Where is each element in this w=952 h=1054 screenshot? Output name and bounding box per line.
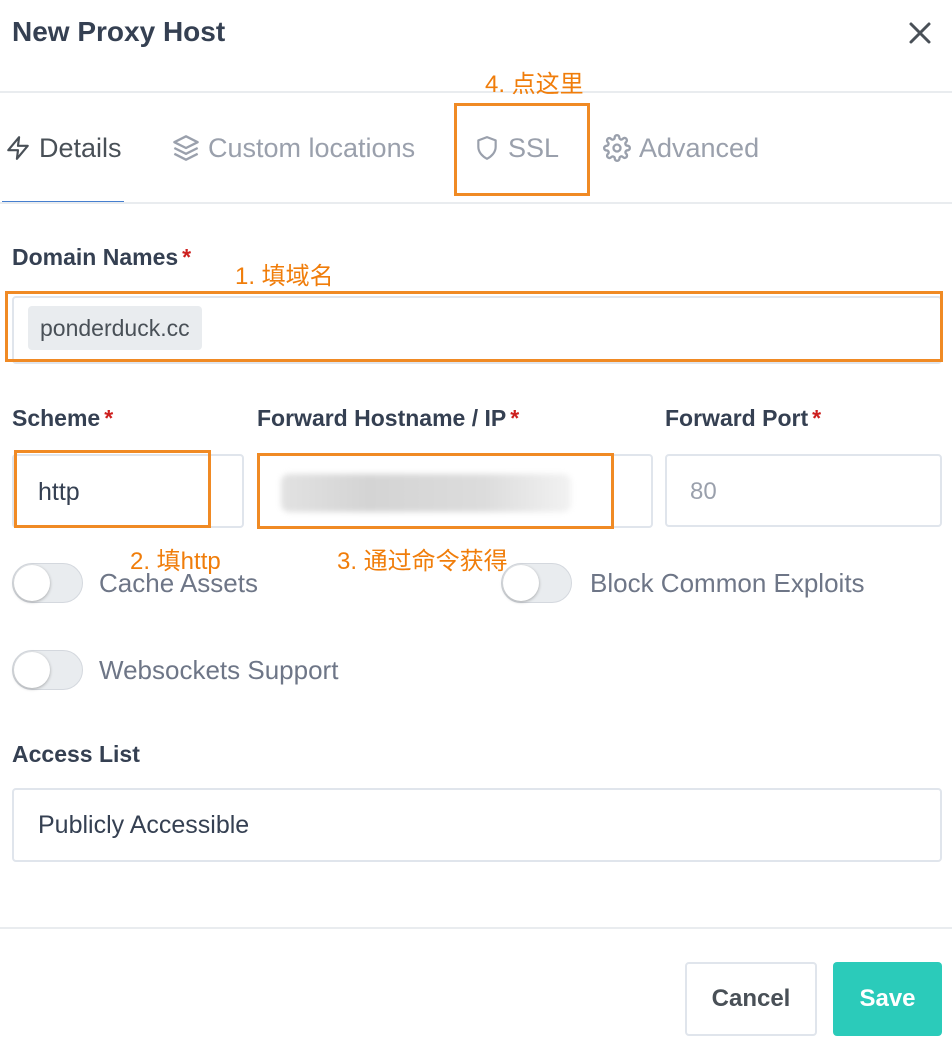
forward-port-placeholder: 80 — [690, 478, 717, 505]
tab-label: Advanced — [639, 132, 760, 163]
tab-label: Custom locations — [208, 132, 416, 163]
layers-icon — [173, 135, 199, 161]
tab-label: Details — [39, 132, 122, 163]
tab-custom-locations[interactable]: Custom locations — [172, 125, 415, 171]
access-list-label: Access List — [12, 741, 140, 767]
forward-hostname-label: Forward Hostname / IP * — [257, 405, 520, 431]
gear-icon — [603, 134, 631, 162]
close-icon — [909, 22, 931, 44]
access-list-value: Publicly Accessible — [38, 811, 250, 839]
block-exploits-toggle[interactable] — [501, 563, 572, 603]
forward-port-label: Forward Port * — [665, 405, 822, 431]
tab-details[interactable]: Details — [5, 125, 122, 171]
lightning-icon — [7, 136, 29, 160]
block-exploits-label: Block Common Exploits — [590, 568, 865, 598]
annotation-domain: 1. 填域名 — [235, 263, 334, 290]
domain-names-label: Domain Names * — [12, 244, 192, 270]
footer-divider — [0, 927, 952, 929]
websockets-label: Websockets Support — [99, 655, 339, 685]
tabs-divider — [0, 202, 952, 204]
websockets-toggle[interactable] — [12, 650, 83, 690]
modal-title: New Proxy Host — [12, 16, 226, 47]
annotation-ssl: 4. 点这里 — [485, 71, 584, 98]
annotation-hostname: 3. 通过命令获得 — [337, 548, 508, 575]
annotation-box-domain — [5, 291, 943, 362]
annotation-box-ssl — [454, 103, 590, 196]
header-divider — [0, 91, 952, 93]
annotation-box-hostname — [257, 453, 614, 529]
scheme-label: Scheme * — [12, 405, 114, 431]
save-button[interactable]: Save — [833, 962, 942, 1036]
cancel-button[interactable]: Cancel — [685, 962, 817, 1036]
annotation-box-scheme — [14, 450, 211, 528]
tab-advanced[interactable]: Advanced — [603, 125, 759, 171]
cache-assets-toggle[interactable] — [12, 563, 83, 603]
cache-assets-label: Cache Assets — [99, 568, 258, 598]
close-button[interactable] — [903, 16, 937, 50]
